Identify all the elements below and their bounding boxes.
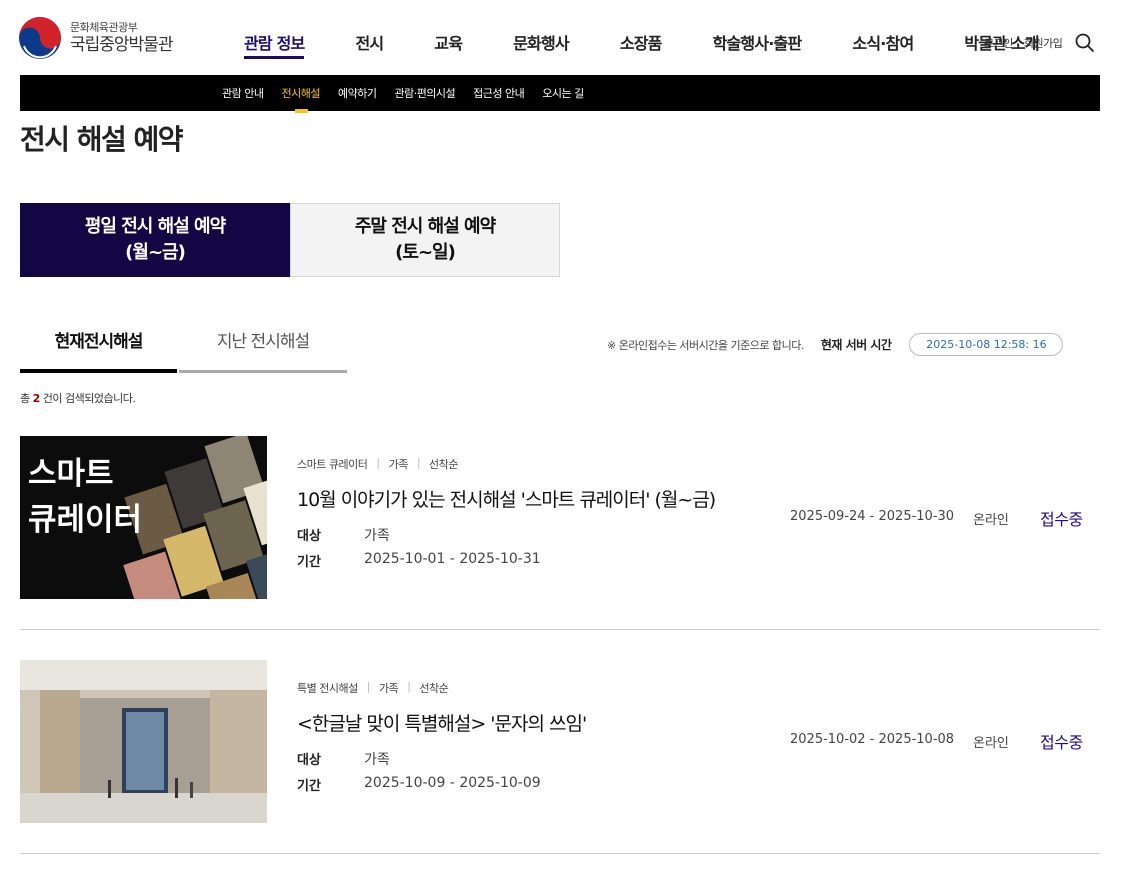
tag-audience: 가족 xyxy=(388,458,409,471)
signup-link[interactable]: 회원가입 xyxy=(1024,35,1063,51)
server-time-note: ※ 온라인접수는 서버시간을 기준으로 합니다. xyxy=(607,338,804,352)
tag-divider: | xyxy=(407,680,411,693)
item-period-row: 기간 2025-10-01 - 2025-10-31 xyxy=(297,551,541,570)
hangeul-exhibition-thumbnail[interactable] xyxy=(20,660,267,823)
registration-status[interactable]: 접수중 xyxy=(1040,506,1083,530)
sub-nav: 관람 안내 전시해설 예약하기 관람·편의시설 접근성 안내 오시는 길 xyxy=(20,75,1100,113)
tab-weekday-reservation[interactable]: 평일 전시 해설 예약 (월~금) xyxy=(20,203,290,277)
list-item[interactable]: 스마트 큐레이터 스마트 큐레이터 | 가족 | 선착순 10월 이야기가 있는… xyxy=(20,436,1100,630)
count-suffix: 건이 검색되었습니다. xyxy=(42,392,136,405)
period-value: 2025-10-09 - 2025-10-09 xyxy=(364,775,541,791)
thumb-text-line2: 큐레이터 xyxy=(28,502,142,538)
gnb-culture-events[interactable]: 문화행사 xyxy=(501,30,581,54)
thumb-text-line1: 스마트 xyxy=(28,456,114,492)
item-title-link[interactable]: <한글날 맞이 특별해설> '문자의 쓰임' xyxy=(297,709,587,736)
logo-title: 국립중앙박물관 xyxy=(70,35,173,55)
tag-category: 특별 전시해설 xyxy=(297,682,358,695)
tag-divider: | xyxy=(376,456,380,469)
registration-period: 2025-09-24 - 2025-10-30 xyxy=(790,509,955,524)
tab-current-guides[interactable]: 현재전시해설 xyxy=(20,318,177,373)
login-link[interactable]: 로그인 xyxy=(984,35,1013,51)
site-logo[interactable]: 문화체육관광부 국립중앙박물관 xyxy=(18,16,173,60)
tab-weekday-line1: 평일 전시 해설 예약 xyxy=(84,216,226,237)
tag-divider: | xyxy=(366,680,371,693)
item-title-link[interactable]: 10월 이야기가 있는 전시해설 '스마트 큐레이터' (월~금) xyxy=(297,485,716,512)
guide-period-tabs: 현재전시해설 지난 전시해설 xyxy=(20,318,347,373)
page: 문화체육관광부 국립중앙박물관 관람 정보 전시 교육 문화행사 소장품 학술행… xyxy=(0,0,1127,877)
gnb-collection[interactable]: 소장품 xyxy=(608,30,674,54)
tab-weekend-reservation[interactable]: 주말 전시 해설 예약 (토~일) xyxy=(290,203,560,277)
tab-past-guides[interactable]: 지난 전시해설 xyxy=(179,318,347,373)
tag-category: 스마트 큐레이터 xyxy=(297,458,368,471)
item-period-row: 기간 2025-10-09 - 2025-10-09 xyxy=(297,775,541,794)
gnb-label: 관람 정보 xyxy=(244,34,305,59)
server-time-info: ※ 온라인접수는 서버시간을 기준으로 합니다. 현재 서버 시간 2025-1… xyxy=(607,333,1064,356)
subnav-visit-guide[interactable]: 관람 안내 xyxy=(222,85,264,101)
subnav-directions[interactable]: 오시는 길 xyxy=(542,85,584,101)
gnb-exhibition[interactable]: 전시 xyxy=(343,30,395,54)
gnb-visit-info[interactable]: 관람 정보 xyxy=(232,30,316,59)
tag-audience: 가족 xyxy=(378,682,399,695)
reservation-type-tabs: 평일 전시 해설 예약 (월~금) 주말 전시 해설 예약 (토~일) xyxy=(20,203,560,277)
period-label: 기간 xyxy=(297,555,321,570)
subnav-exhibition-guide[interactable]: 전시해설 xyxy=(281,85,320,113)
tab-weekend-line2: (토~일) xyxy=(395,242,456,263)
search-icon[interactable] xyxy=(1075,33,1095,53)
registration-method: 온라인 xyxy=(973,736,1009,751)
subnav-facilities[interactable]: 관람·편의시설 xyxy=(394,85,455,101)
gnb-education[interactable]: 교육 xyxy=(422,30,474,54)
result-count: 총 2 건이 검색되었습니다. xyxy=(20,390,136,406)
page-title: 전시 해설 예약 xyxy=(20,123,184,156)
tag-divider: | xyxy=(416,456,421,469)
item-target-row: 대상 가족 xyxy=(297,749,390,769)
taegeuk-emblem-icon xyxy=(19,17,61,59)
count-number: 2 xyxy=(32,392,41,405)
header: 문화체육관광부 국립중앙박물관 관람 정보 전시 교육 문화행사 소장품 학술행… xyxy=(0,0,1127,75)
gnb-news[interactable]: 소식·참여 xyxy=(840,30,925,54)
target-value: 가족 xyxy=(364,752,390,768)
registration-status[interactable]: 접수중 xyxy=(1040,729,1083,753)
item-tags: 특별 전시해설 | 가족 | 선착순 xyxy=(297,680,449,696)
tag-admission: 선착순 xyxy=(419,682,449,695)
subnav-accessibility[interactable]: 접근성 안내 xyxy=(473,85,525,101)
utility-nav: 로그인 회원가입 xyxy=(984,33,1095,53)
target-label: 대상 xyxy=(297,529,321,544)
tag-admission: 선착순 xyxy=(429,458,458,471)
main-nav: 관람 정보 전시 교육 문화행사 소장품 학술행사·출판 소식·참여 박물관 소… xyxy=(232,30,1078,59)
item-target-row: 대상 가족 xyxy=(297,525,390,545)
gnb-academic[interactable]: 학술행사·출판 xyxy=(701,30,814,54)
server-time-value: 2025-10-08 12:58: 16 xyxy=(909,333,1064,356)
target-value: 가족 xyxy=(364,528,390,544)
server-time-label: 현재 서버 시간 xyxy=(820,338,892,352)
period-label: 기간 xyxy=(297,779,321,794)
list-item[interactable]: 특별 전시해설 | 가족 | 선착순 <한글날 맞이 특별해설> '문자의 쓰임… xyxy=(20,660,1100,854)
tab-weekend-line1: 주말 전시 해설 예약 xyxy=(354,216,496,237)
period-value: 2025-10-01 - 2025-10-31 xyxy=(364,551,541,567)
item-tags: 스마트 큐레이터 | 가족 | 선착순 xyxy=(297,456,458,472)
tab-weekday-line2: (월~금) xyxy=(125,242,186,263)
count-prefix: 총 xyxy=(20,392,30,405)
target-label: 대상 xyxy=(297,753,321,768)
registration-method: 온라인 xyxy=(973,513,1009,528)
subnav-reservation[interactable]: 예약하기 xyxy=(338,85,377,101)
registration-period: 2025-10-02 - 2025-10-08 xyxy=(790,732,955,747)
logo-subtitle: 문화체육관광부 xyxy=(70,21,138,34)
smart-curator-thumbnail[interactable]: 스마트 큐레이터 xyxy=(20,436,267,599)
